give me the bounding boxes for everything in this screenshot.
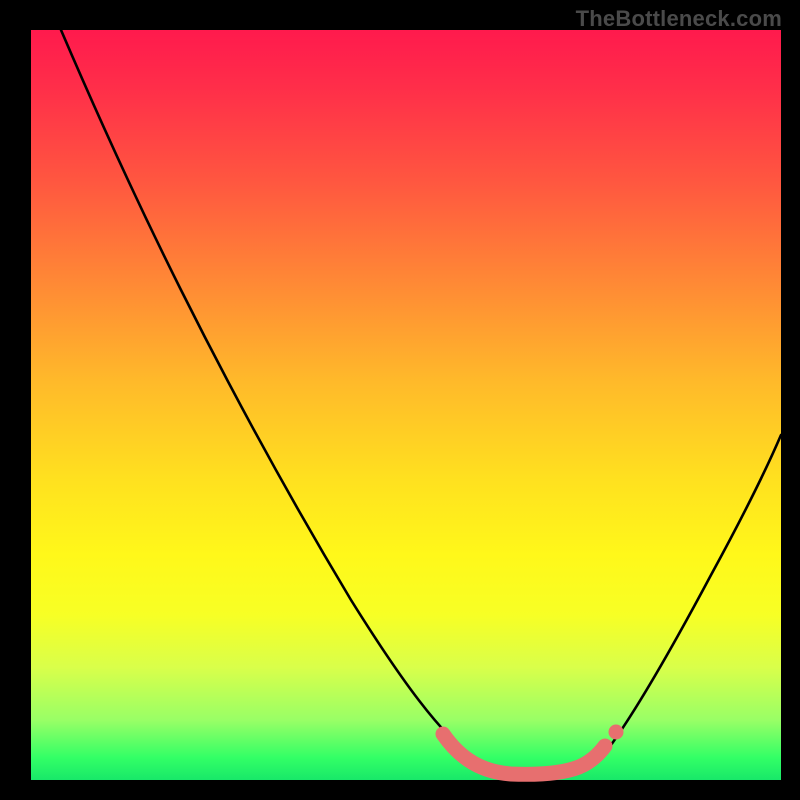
curve-svg — [31, 30, 781, 780]
bottleneck-curve — [61, 30, 781, 777]
highlight-dot — [609, 725, 624, 740]
watermark-text: TheBottleneck.com — [576, 6, 782, 32]
chart-frame: TheBottleneck.com — [0, 0, 800, 800]
highlight-segment — [443, 734, 605, 774]
plot-area — [31, 30, 781, 780]
